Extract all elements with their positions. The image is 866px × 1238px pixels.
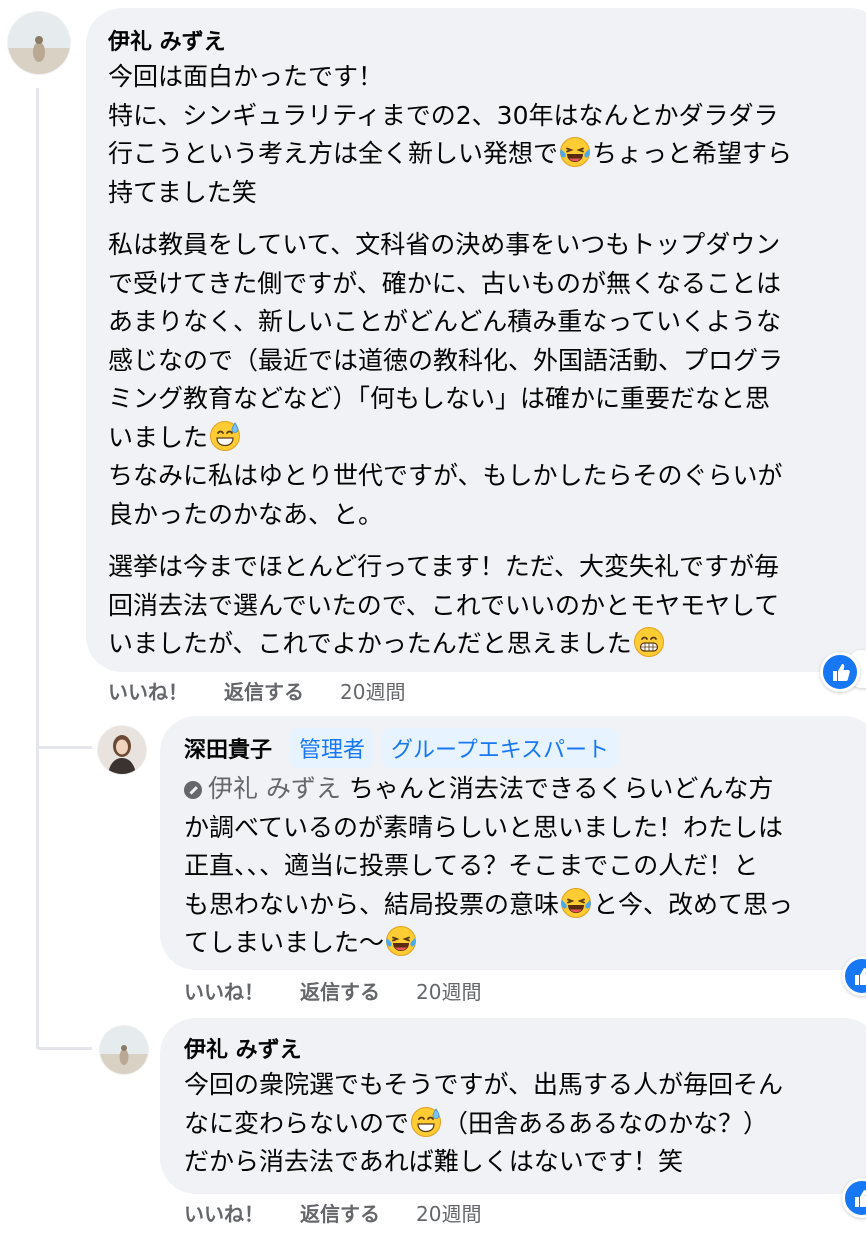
- reply-author[interactable]: 深田貴子: [184, 732, 272, 764]
- like-reaction-icon[interactable]: [842, 1178, 866, 1218]
- thread-connector: [36, 746, 92, 749]
- text-segment: 良かったのかなあ、と。: [108, 499, 384, 529]
- text-line: 今回は面白かったです！: [108, 58, 866, 97]
- admin-badge: 管理者: [290, 728, 375, 768]
- reply-paragraph: 伊礼 みずえ ちゃんと消去法できるくらいどんな方 か調べているのが素晴らしいと思い…: [184, 770, 866, 963]
- comment-actions: いいね！ 返信する 20週間: [108, 676, 441, 704]
- comment-author[interactable]: 伊礼 みずえ: [108, 24, 226, 56]
- text-segment: なに変わらないので: [184, 1108, 410, 1138]
- grin-emoji-icon: [633, 627, 664, 657]
- mention-link[interactable]: 伊礼 みずえ: [184, 774, 341, 803]
- reply-actions: いいね！ 返信する 20週間: [184, 976, 517, 1004]
- sweat-smile-emoji-icon: [210, 420, 241, 451]
- sweat-smile-emoji-icon: [411, 1106, 442, 1137]
- laughing-tears-emoji-icon: [386, 926, 417, 956]
- text-segment: てしまいました〜: [184, 928, 385, 957]
- reply-button[interactable]: 返信する: [300, 1198, 380, 1227]
- avatar-photo: [98, 726, 146, 774]
- text-line: てしまいました〜: [184, 924, 866, 963]
- text-line: 正直、、、適当に投票してる？そこまでこの人だ！と: [184, 847, 866, 886]
- like-reaction-icon[interactable]: [842, 956, 866, 996]
- text-segment: あまりなく、新しいことがどんどん積み重なっていくような: [108, 307, 782, 336]
- text-line: も思わないから、結局投票の意味 と今、改めて思っ: [184, 886, 866, 925]
- reply-actions: いいね！ 返信する 20週間: [184, 1198, 517, 1226]
- text-segment: 持てました笑: [108, 177, 257, 207]
- like-button[interactable]: いいね！: [108, 676, 188, 705]
- text-line: いましたが、これでよかったんだと思えました: [108, 625, 866, 664]
- text-segment: だから消去法であれば難しくはないです！笑: [184, 1147, 684, 1176]
- text-line: ミング教育などなど）「何もしない」は確かに重要だなと思: [108, 380, 866, 419]
- avatar[interactable]: [8, 12, 70, 74]
- text-line: 感じなので（最近では道徳の教科化、外国語活動、プログラ: [108, 342, 866, 381]
- text-line: あまりなく、新しいことがどんどん積み重なっていくような: [108, 303, 866, 342]
- like-reaction-icon[interactable]: [820, 652, 860, 692]
- comment-body: 今回は面白かったです！ 特に、シンギュラリティまでの2、30年はなんとかダラダラ行…: [108, 58, 866, 664]
- like-button[interactable]: いいね！: [184, 976, 264, 1005]
- text-segment: いましたが、これでよかったんだと思えました: [108, 629, 632, 658]
- text-line: いました: [108, 419, 866, 458]
- mention-name: 伊礼 みずえ: [208, 774, 341, 803]
- text-line: か調べているのが素晴らしいと思いました！わたしは: [184, 809, 866, 848]
- text-line: 行こうという考え方は全く新しい発想で ちょっと希望すら: [108, 135, 866, 174]
- text-segment: 感じなので（最近では道徳の教科化、外国語活動、プログラ: [108, 345, 784, 375]
- comment-paragraph: 今回は面白かったです！ 特に、シンギュラリティまでの2、30年はなんとかダラダラ行…: [108, 58, 866, 212]
- reply-button[interactable]: 返信する: [300, 976, 380, 1005]
- text-segment: 正直、、、適当に投票してる？そこまでこの人だ！と: [184, 851, 759, 880]
- thread-connector: [36, 1047, 92, 1050]
- text-segment: （田舎あるあるなのかな？）: [443, 1108, 769, 1138]
- text-segment: ちゃんと消去法できるくらいどんな方: [340, 774, 774, 803]
- reply-body: 伊礼 みずえ ちゃんと消去法できるくらいどんな方 か調べているのが素晴らしいと思い…: [184, 770, 866, 963]
- group-expert-badge: グループエキスパート: [382, 728, 619, 768]
- text-line: 特に、シンギュラリティまでの2、30年はなんとかダラダラ: [108, 97, 866, 136]
- text-segment: 行こうという考え方は全く新しい発想で: [108, 139, 559, 168]
- text-line: なに変わらないので （田舎あるあるなのかな？）: [184, 1105, 866, 1144]
- text-line: だから消去法であれば難しくはないです！笑: [184, 1143, 866, 1182]
- avatar-photo: [8, 12, 70, 74]
- text-line: 私は教員をしていて、文科省の決め事をいつもトップダウン: [108, 226, 866, 265]
- laughing-tears-emoji-icon: [561, 887, 592, 918]
- text-segment: 今回は面白かったです！: [108, 62, 384, 91]
- text-segment: 回消去法で選んでいたので、これでいいのかとモヤモヤして: [108, 590, 780, 620]
- text-segment: いました: [108, 422, 209, 452]
- avatar[interactable]: [100, 1026, 148, 1074]
- text-line: 伊礼 みずえ ちゃんと消去法できるくらいどんな方: [184, 770, 866, 809]
- text-segment: ちょっと希望すら: [592, 139, 793, 168]
- text-segment: 特に、シンギュラリティまでの2、30年はなんとかダラダラ: [108, 100, 779, 130]
- text-line: 良かったのかなあ、と。: [108, 496, 866, 535]
- reply-paragraph: 今回の衆院選でもそうですが、出馬する人が毎回そん なに変わらないので （田舎あるある…: [184, 1066, 866, 1182]
- text-segment: 私は教員をしていて、文科省の決め事をいつもトップダウン: [108, 230, 781, 259]
- pencil-icon: [184, 781, 202, 799]
- comment-paragraph: 私は教員をしていて、文科省の決め事をいつもトップダウン で受けてきた側ですが、確か…: [108, 226, 866, 534]
- text-segment: で受けてきた側ですが、確かに、古いものが無くなることは: [108, 268, 782, 298]
- reply-body: 今回の衆院選でもそうですが、出馬する人が毎回そん なに変わらないので （田舎あるある…: [184, 1066, 866, 1182]
- text-segment: 選挙は今までほとんど行ってます！ただ、大変失礼ですが毎: [108, 552, 780, 581]
- timestamp[interactable]: 20週間: [340, 676, 405, 705]
- text-line: 持てました笑: [108, 174, 866, 213]
- avatar[interactable]: [98, 726, 146, 774]
- text-segment: も思わないから、結局投票の意味: [184, 889, 560, 919]
- comment-bubble: 伊礼 みずえ 今回は面白かったです！ 特に、シンギュラリティまでの2、30年はなん…: [86, 8, 866, 672]
- comment-paragraph: 選挙は今までほとんど行ってます！ただ、大変失礼ですが毎 回消去法で選んでいたので、…: [108, 548, 866, 664]
- thread-line: [36, 88, 39, 1048]
- text-segment: ちなみに私はゆとり世代ですが、もしかしたらそのぐらいが: [108, 461, 783, 490]
- reply-bubble: 深田貴子 管理者 グループエキスパート 伊礼 みずえ ちゃんと消去法できるくらい…: [160, 716, 866, 970]
- text-line: ちなみに私はゆとり世代ですが、もしかしたらそのぐらいが: [108, 457, 866, 496]
- reply-bubble: 伊礼 みずえ 今回の衆院選でもそうですが、出馬する人が毎回そん なに変わらないので…: [160, 1018, 866, 1194]
- text-line: 今回の衆院選でもそうですが、出馬する人が毎回そん: [184, 1066, 866, 1105]
- timestamp[interactable]: 20週間: [416, 976, 481, 1005]
- text-line: 回消去法で選んでいたので、これでいいのかとモヤモヤして: [108, 587, 866, 626]
- text-line: 選挙は今までほとんど行ってます！ただ、大変失礼ですが毎: [108, 548, 866, 587]
- text-segment: か調べているのが素晴らしいと思いました！わたしは: [184, 812, 784, 842]
- text-segment: と今、改めて思っ: [593, 889, 794, 919]
- text-segment: 今回の衆院選でもそうですが、出馬する人が毎回そん: [184, 1070, 784, 1099]
- text-segment: ミング教育などなど）「何もしない」は確かに重要だなと思: [108, 384, 771, 413]
- reply-author[interactable]: 伊礼 みずえ: [184, 1032, 302, 1064]
- avatar-photo: [100, 1026, 148, 1074]
- timestamp[interactable]: 20週間: [416, 1198, 481, 1227]
- text-line: で受けてきた側ですが、確かに、古いものが無くなることは: [108, 265, 866, 304]
- reply-button[interactable]: 返信する: [224, 676, 304, 705]
- like-button[interactable]: いいね！: [184, 1198, 264, 1227]
- laughing-tears-emoji-icon: [560, 137, 591, 167]
